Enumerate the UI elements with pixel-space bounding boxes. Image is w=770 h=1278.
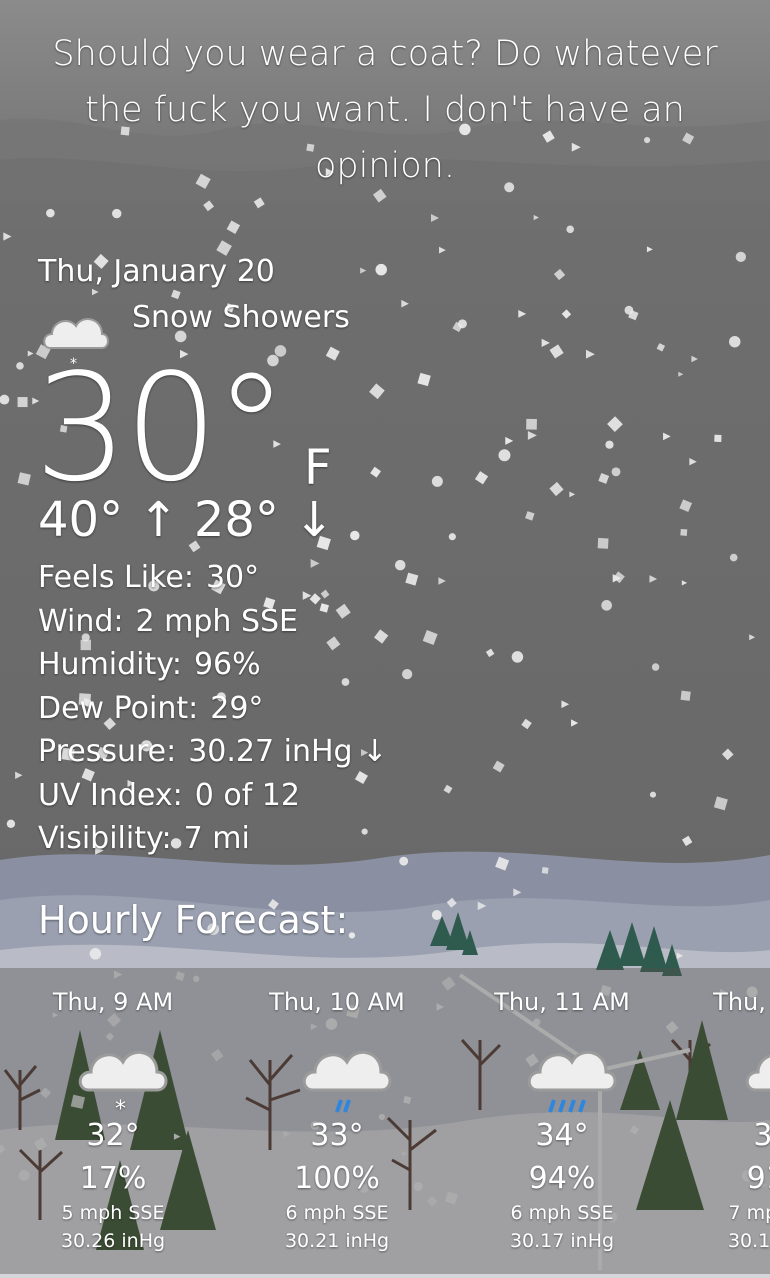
detail-value: 0 of 12: [194, 777, 300, 813]
detail-label: Dew Point:: [38, 690, 199, 726]
condition-label: Snow Showers: [132, 300, 350, 335]
detail-visibility: Visibility: 7 mi: [38, 817, 387, 861]
detail-label: Pressure:: [38, 734, 177, 769]
hour-temperature: 32°: [86, 1118, 140, 1153]
hourly-item[interactable]: Thu, 12 PM 35° 91% 7 mph SSE 30.14 inHg: [690, 968, 770, 1274]
detail-wind: Wind: 2 mph SSE: [38, 600, 387, 644]
current-temperature: 30°: [34, 342, 288, 514]
hour-time: Thu, 12 PM: [713, 988, 770, 1016]
svg-text:*: *: [115, 1097, 126, 1118]
detail-label: Humidity:: [38, 647, 182, 682]
hour-precip-chance: 94%: [528, 1161, 596, 1196]
detail-value: 30°: [205, 560, 260, 595]
detail-label: UV Index:: [38, 777, 183, 813]
current-date: Thu, January 20: [38, 254, 275, 289]
weather-quote: Should you wear a coat? Do whatever the …: [52, 34, 718, 186]
heavy-rain-cloud-icon: [527, 1050, 617, 1113]
hour-wind: 7 mph SSE: [728, 1202, 770, 1224]
hour-time: Thu, 10 AM: [269, 988, 405, 1016]
hour-temperature: 35°: [753, 1118, 770, 1153]
detail-value: 96%: [193, 647, 261, 682]
hourly-forecast-title: Hourly Forecast:: [38, 898, 349, 942]
detail-value: 2 mph SSE: [135, 603, 298, 639]
snow-cloud-icon: *: [78, 1050, 168, 1118]
weather-details: Feels Like: 30° Wind: 2 mph SSE Humidity: 9…: [38, 556, 387, 861]
hour-wind: 6 mph SSE: [510, 1202, 614, 1224]
hour-temperature: 33°: [310, 1118, 364, 1153]
hour-wind: 5 mph SSE: [61, 1202, 165, 1224]
rain-cloud-icon: [745, 1054, 770, 1092]
hour-temperature: 34°: [535, 1118, 589, 1153]
hour-pressure: 30.26 inHg: [60, 1230, 166, 1252]
hourly-item[interactable]: Thu, 10 AM 33° 100% 6 mph SSE 30.21 inHg: [247, 968, 427, 1274]
detail-pressure: Pressure: 30.27 inHg ↓: [38, 730, 387, 774]
hour-time: Thu, 9 AM: [52, 988, 174, 1016]
detail-uv-index: UV Index: 0 of 12: [38, 774, 387, 818]
detail-value: 29°: [210, 690, 264, 726]
temperature-unit-toggle[interactable]: F: [304, 440, 332, 496]
high-low-temperature: 40° ↑ 28° ↓: [38, 492, 335, 548]
detail-feels-like: Feels Like: 30°: [38, 556, 387, 600]
hourly-forecast-scroller[interactable]: Thu, 9 AM * 32° 17% 5 mph SSE 30.26 inHg…: [0, 968, 770, 1274]
detail-value: 7 mi: [183, 821, 250, 856]
hour-wind: 6 mph SSE: [285, 1202, 389, 1224]
hour-pressure: 30.21 inHg: [284, 1230, 390, 1252]
detail-value: 30.27 inHg ↓: [188, 734, 388, 769]
detail-humidity: Humidity: 96%: [38, 643, 387, 687]
hourly-item[interactable]: Thu, 11 AM 34° 94% 6 mph SSE 30.17 inHg: [472, 968, 652, 1274]
detail-label: Wind:: [38, 603, 124, 639]
hour-precip-chance: 91%: [746, 1161, 770, 1196]
hour-pressure: 30.14 inHg: [727, 1230, 770, 1252]
detail-dew-point: Dew Point: 29°: [38, 687, 387, 731]
hourly-item-clip: Thu, 12 PM 35° 91% 7 mph SSE 30.14 inHg: [690, 968, 770, 1274]
hourly-item[interactable]: Thu, 9 AM * 32° 17% 5 mph SSE 30.26 inHg: [23, 968, 203, 1274]
hour-precip-chance: 17%: [79, 1161, 147, 1196]
hour-time: Thu, 11 AM: [494, 988, 630, 1016]
detail-label: Feels Like:: [38, 560, 194, 595]
rain-cloud-icon: [302, 1050, 392, 1113]
detail-label: Visibility:: [38, 821, 172, 856]
hour-precip-chance: 100%: [294, 1161, 380, 1196]
hour-pressure: 30.17 inHg: [509, 1230, 615, 1252]
